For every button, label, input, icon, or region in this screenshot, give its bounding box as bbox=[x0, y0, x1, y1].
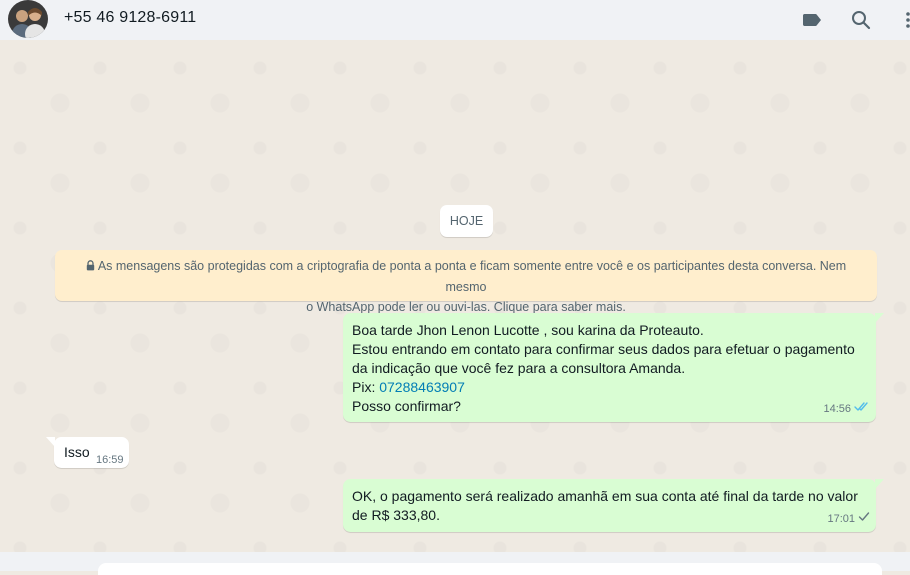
message-meta: 14:56 bbox=[823, 400, 870, 419]
contact-name[interactable]: +55 46 9128-6911 bbox=[64, 9, 196, 27]
bubble-tail bbox=[875, 313, 884, 323]
message-time: 17:01 bbox=[827, 513, 855, 525]
message-text: OK, o pagamento será realizado amanhã em… bbox=[352, 488, 858, 504]
bubble-tail bbox=[875, 479, 884, 489]
message-time: 16:59 bbox=[96, 454, 124, 466]
bubble-tail bbox=[46, 437, 55, 447]
message-bubble-outgoing[interactable]: OK, o pagamento será realizado amanhã em… bbox=[343, 479, 884, 532]
message-text: Estou entrando em contato para confirmar… bbox=[352, 341, 855, 357]
message-text: Boa tarde Jhon Lenon Lucotte , sou karin… bbox=[352, 322, 704, 338]
encryption-notice[interactable]: As mensagens são protegidas com a cripto… bbox=[55, 250, 877, 314]
menu-icon[interactable] bbox=[900, 8, 910, 32]
message-time: 14:56 bbox=[823, 403, 851, 415]
avatar[interactable] bbox=[8, 0, 48, 38]
single-check-icon bbox=[858, 510, 870, 529]
pix-label: Pix: bbox=[352, 379, 380, 395]
message-text: Isso bbox=[64, 444, 90, 460]
message-text: da indicação que você fez para a consult… bbox=[352, 360, 686, 376]
pix-number-link[interactable]: 07288463907 bbox=[379, 379, 465, 395]
search-icon[interactable] bbox=[849, 8, 873, 32]
lock-icon bbox=[86, 257, 95, 277]
message-meta: 17:01 bbox=[827, 510, 870, 529]
message-bubble-incoming[interactable]: Isso 16:59 bbox=[46, 437, 129, 468]
message-input[interactable] bbox=[98, 563, 882, 575]
double-check-read-icon bbox=[854, 400, 870, 419]
encryption-text-line1: As mensagens são protegidas com a cripto… bbox=[97, 259, 847, 294]
message-text: Posso confirmar? bbox=[352, 398, 461, 414]
date-chip: HOJE bbox=[440, 205, 493, 237]
label-icon[interactable] bbox=[800, 8, 824, 32]
message-text: de R$ 333,80. bbox=[352, 507, 440, 523]
encryption-text-line2: o WhatsApp pode ler ou ouvi-las. Clique … bbox=[306, 300, 626, 314]
message-bubble-outgoing[interactable]: Boa tarde Jhon Lenon Lucotte , sou karin… bbox=[343, 313, 884, 422]
chat-header: +55 46 9128-6911 bbox=[0, 0, 910, 40]
